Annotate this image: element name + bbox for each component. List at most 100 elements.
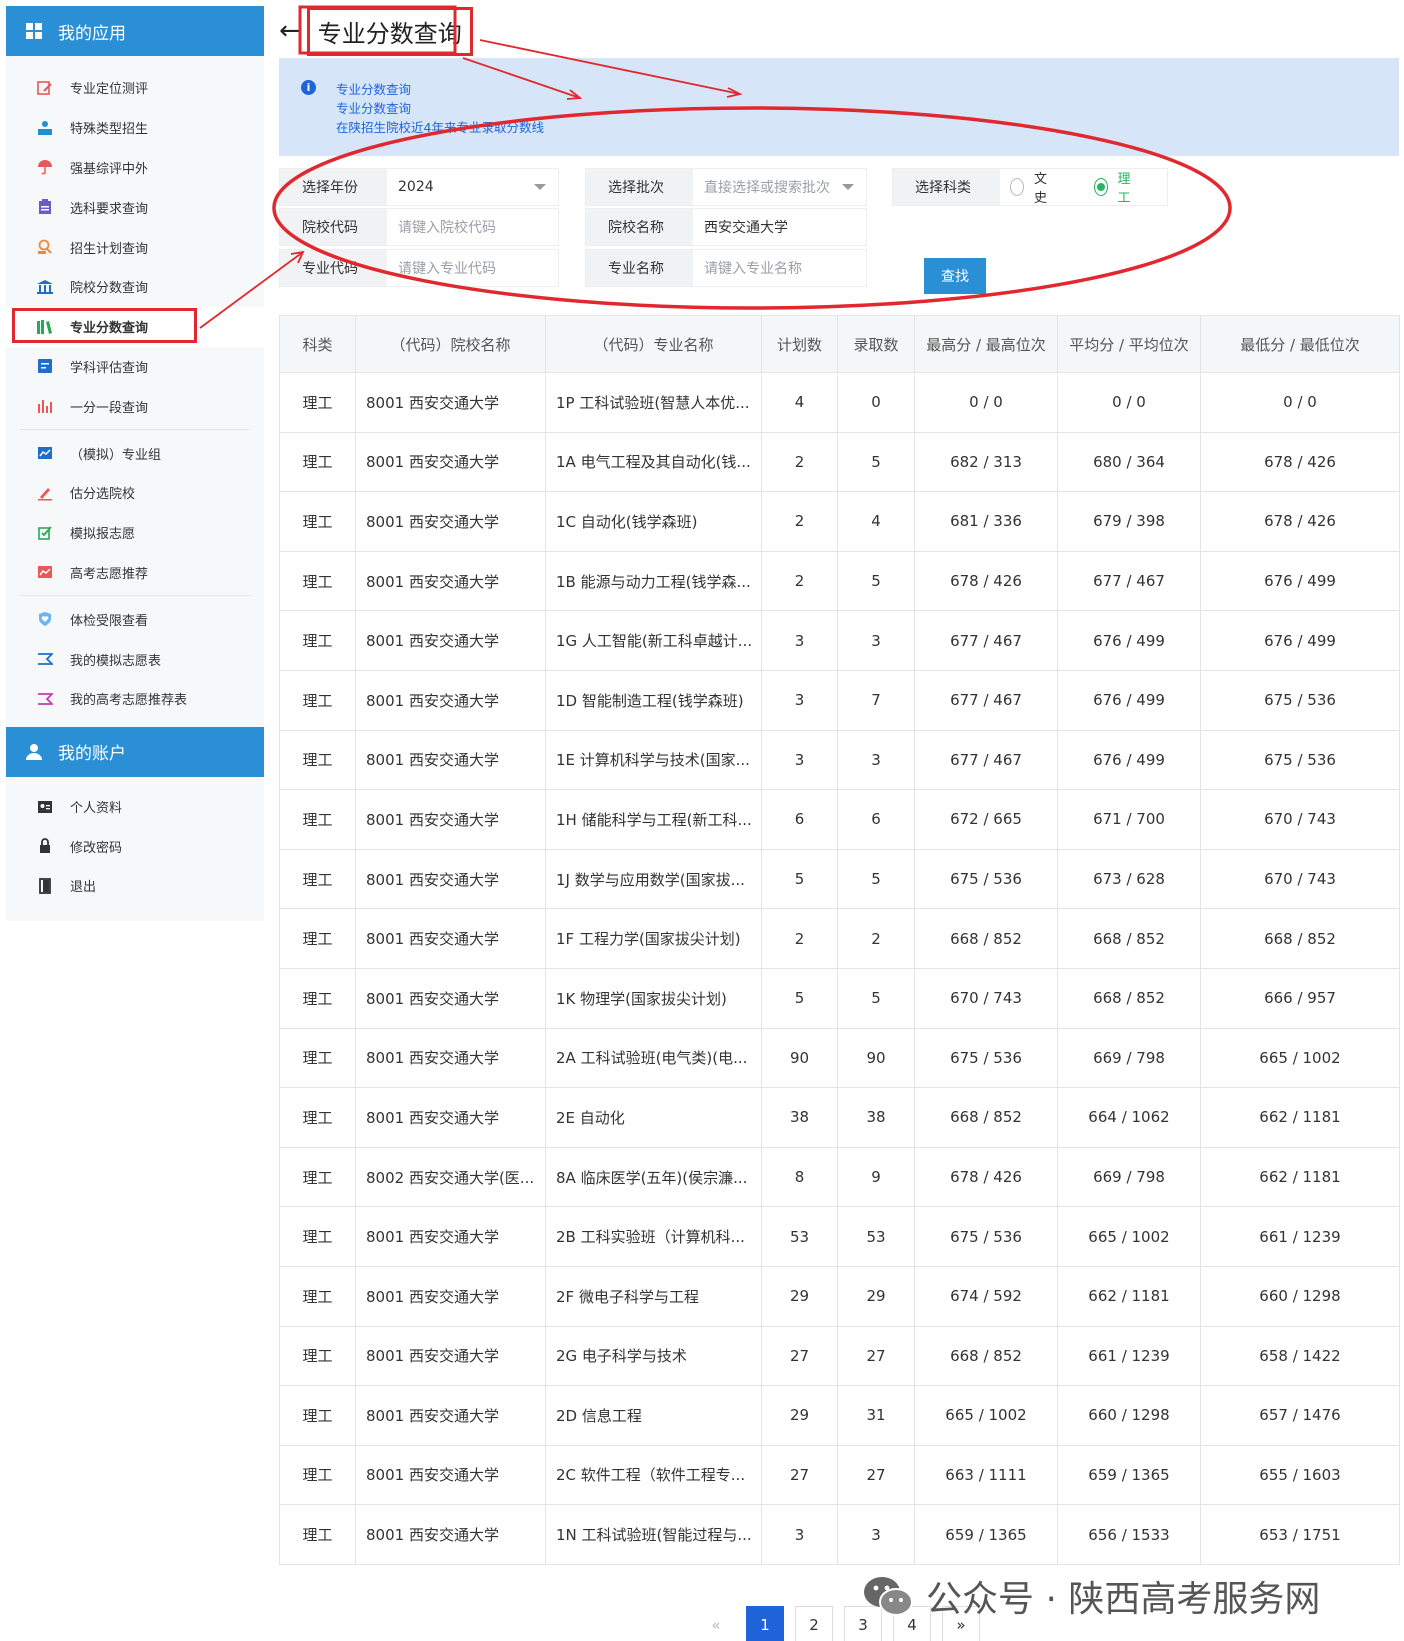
year-value[interactable]: 2024 — [387, 169, 558, 205]
sidebar-item-score-segment[interactable]: 一分一段查询 — [6, 386, 264, 426]
sidebar-item-strong-base[interactable]: 强基综评中外 — [6, 148, 264, 188]
table-row[interactable]: 理工 8001 西安交通大学 1G 人工智能(新工科卓越计... 3 3 677 / 46… — [279, 610, 1400, 671]
table-cell: 2G 电子科学与技术 — [545, 1325, 762, 1387]
sidebar-item-label: 强基综评中外 — [70, 161, 149, 177]
major-name-field: 专业名称 请键入专业名称 — [585, 249, 867, 287]
table-cell: 669 / 798 — [1057, 1146, 1201, 1208]
apps-header-label: 我的应用 — [58, 23, 126, 44]
year-select[interactable]: 选择年份 2024 — [279, 168, 559, 206]
user-icon — [24, 742, 44, 762]
sidebar-item-label: （模拟）专业组 — [70, 447, 162, 463]
sidebar-item-estimate-schools[interactable]: 估分选院校 — [6, 473, 264, 513]
column-header: 最高分 / 最高位次 — [914, 315, 1058, 373]
table-cell: 8001 西安交通大学 — [355, 1087, 546, 1148]
search-person-icon — [36, 238, 54, 256]
batch-select[interactable]: 选择批次 直接选择或搜索批次 — [585, 168, 867, 206]
page-button-2[interactable]: 2 — [795, 1606, 833, 1641]
table-cell: 2E 自动化 — [545, 1087, 762, 1148]
table-cell: 理工 — [279, 1027, 356, 1089]
column-header: 最低分 / 最低位次 — [1200, 315, 1400, 373]
account-header[interactable]: 我的账户 — [6, 726, 264, 777]
column-header: （代码）院校名称 — [355, 315, 546, 373]
table-row[interactable]: 理工 8001 西安交通大学 1F 工程力学(国家拔尖计划) 2 2 668 / 852 6… — [279, 908, 1400, 969]
menu-divider — [20, 429, 250, 431]
back-arrow-icon[interactable]: ← — [279, 16, 301, 46]
table-cell: 3 — [761, 610, 838, 671]
table-row[interactable]: 理工 8001 西安交通大学 1J 数学与应用数学(国家拔... 5 5 675 / 53… — [279, 848, 1400, 910]
sidebar-item-health-restriction[interactable]: 体检受限查看 — [6, 599, 264, 639]
school-code-input[interactable]: 请键入院校代码 — [387, 209, 558, 245]
sidebar-item-special-admission[interactable]: 特殊类型招生 — [6, 108, 264, 148]
pencil-note-icon — [36, 79, 54, 97]
table-cell: 5 — [761, 848, 838, 910]
sidebar-item-my-recommend-table[interactable]: 我的高考志愿推荐表 — [6, 679, 264, 719]
sidebar-item-major-score[interactable]: 专业分数查询 — [6, 306, 264, 347]
sidebar-item-mock-major-group[interactable]: （模拟）专业组 — [6, 433, 264, 473]
sidebar-item-discipline-eval[interactable]: 学科评估查询 — [6, 347, 264, 387]
table-row[interactable]: 理工 8001 西安交通大学 1P 工科试验班(智慧人本优... 4 0 0 / 00 /… — [279, 372, 1400, 433]
radio-circle-icon — [1010, 178, 1024, 196]
table-cell: 668 / 852 — [1057, 908, 1201, 969]
table-cell: 678 / 426 — [914, 1146, 1058, 1208]
radio-wenshi[interactable]: 文史 — [1010, 168, 1054, 206]
table-row[interactable]: 理工 8001 西安交通大学 1K 物理学(国家拔尖计划) 5 5 670 / 743 66… — [279, 967, 1400, 1029]
table-row[interactable]: 理工 8001 西安交通大学 2G 电子科学与技术 27 27 668 / 852 661 … — [279, 1325, 1400, 1387]
batch-input[interactable]: 直接选择或搜索批次 — [693, 169, 866, 205]
table-cell: 671 / 700 — [1057, 789, 1201, 850]
major-name-input[interactable]: 请键入专业名称 — [693, 250, 866, 286]
table-cell: 理工 — [279, 372, 356, 433]
radio-ligong[interactable]: 理工 — [1093, 168, 1138, 206]
table-cell: 2 — [761, 431, 838, 493]
sidebar-item-change-password[interactable]: 修改密码 — [6, 826, 264, 866]
table-cell: 3 — [761, 729, 838, 791]
checklist-icon — [36, 198, 54, 216]
apps-header[interactable]: 我的应用 — [6, 6, 264, 56]
table-row[interactable]: 理工 8001 西安交通大学 2D 信息工程 29 31 665 / 1002 660 / … — [279, 1385, 1400, 1446]
prev-page-button[interactable]: « — [697, 1606, 735, 1641]
table-row[interactable]: 理工 8001 西安交通大学 2A 工科试验班(电气类)(电... 90 90 675 /… — [279, 1027, 1400, 1089]
column-header: 平均分 / 平均位次 — [1057, 315, 1201, 373]
sidebar-item-major-assessment[interactable]: 专业定位测评 — [6, 68, 264, 108]
table-row[interactable]: 理工 8001 西安交通大学 2C 软件工程（软件工程专... 27 27 663 / 1… — [279, 1444, 1400, 1506]
search-button[interactable]: 查找 — [924, 258, 986, 294]
people-icon — [36, 119, 54, 137]
table-row[interactable]: 理工 8001 西安交通大学 1D 智能制造工程(钱学森班) 3 7 677 / 467 6… — [279, 669, 1400, 731]
table-cell: 679 / 398 — [1057, 491, 1201, 552]
sidebar-item-application-recommend[interactable]: 高考志愿推荐 — [6, 553, 264, 593]
page-button-1[interactable]: 1 — [746, 1606, 784, 1641]
batch-placeholder: 直接选择或搜索批次 — [704, 180, 830, 196]
table-row[interactable]: 理工 8001 西安交通大学 1C 自动化(钱学森班) 2 4 681 / 336 679 … — [279, 491, 1400, 552]
menu-divider — [20, 595, 250, 597]
table-row[interactable]: 理工 8001 西安交通大学 1B 能源与动力工程(钱学森... 2 5 678 / 42… — [279, 550, 1400, 612]
sidebar-item-subject-requirement[interactable]: 选科要求查询 — [6, 187, 264, 227]
table-cell: 665 / 1002 — [1057, 1206, 1201, 1267]
table-row[interactable]: 理工 8001 西安交通大学 2F 微电子科学与工程 29 29 674 / 592 662… — [279, 1265, 1400, 1327]
sidebar-item-logout[interactable]: 退出 — [6, 866, 264, 906]
table-row[interactable]: 理工 8001 西安交通大学 1A 电气工程及其自动化(钱... 2 5 682 / 31… — [279, 431, 1400, 493]
sidebar-item-enrollment-plan[interactable]: 招生计划查询 — [6, 227, 264, 267]
table-cell: 677 / 467 — [914, 669, 1058, 731]
info-icon: i — [301, 80, 316, 95]
table-row[interactable]: 理工 8001 西安交通大学 2E 自动化 38 38 668 / 852 664 / 10… — [279, 1087, 1400, 1148]
umbrella-icon — [36, 158, 54, 176]
sidebar-item-my-mock-table[interactable]: 我的模拟志愿表 — [6, 639, 264, 679]
table-cell: 理工 — [279, 1146, 356, 1208]
table-cell: 27 — [837, 1325, 915, 1387]
table-row[interactable]: 理工 8002 西安交通大学(医... 8A 临床医学(五年)(侯宗濂... 8 9 67… — [279, 1146, 1400, 1208]
table-cell: 31 — [837, 1385, 915, 1446]
major-code-field: 专业代码 请键入专业代码 — [279, 249, 559, 287]
school-name-input[interactable]: 西安交通大学 — [693, 209, 866, 245]
major-code-input[interactable]: 请键入专业代码 — [387, 250, 558, 286]
table-cell: 1E 计算机科学与技术(国家... — [545, 729, 762, 791]
sidebar-item-profile[interactable]: 个人资料 — [6, 787, 264, 827]
table-row[interactable]: 理工 8001 西安交通大学 1N 工科试验班(智能过程与... 3 3 659 / 13… — [279, 1504, 1400, 1565]
books-icon — [36, 318, 54, 336]
table-cell: 666 / 957 — [1200, 967, 1400, 1029]
table-row[interactable]: 理工 8001 西安交通大学 2B 工科实验班（计算机科... 53 53 675 / 5… — [279, 1206, 1400, 1267]
table-row[interactable]: 理工 8001 西安交通大学 1E 计算机科学与技术(国家... 3 3 677 / 46… — [279, 729, 1400, 791]
sidebar-item-school-score[interactable]: 院校分数查询 — [6, 267, 264, 307]
table-cell: 670 / 743 — [1200, 789, 1400, 850]
table-row[interactable]: 理工 8001 西安交通大学 1H 储能科学与工程(新工科... 6 6 672 / 66… — [279, 789, 1400, 850]
table-cell: 665 / 1002 — [1200, 1027, 1400, 1089]
sidebar-item-mock-application[interactable]: 模拟报志愿 — [6, 513, 264, 553]
